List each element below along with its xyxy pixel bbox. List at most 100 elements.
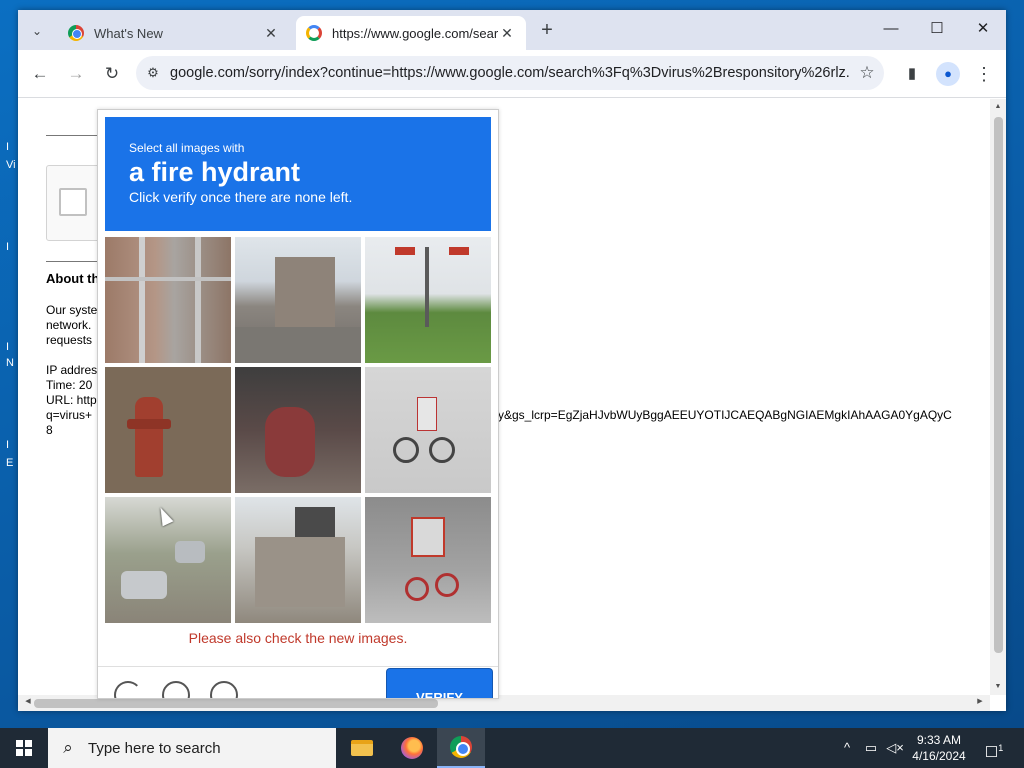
notification-count: 1 <box>998 743 1004 753</box>
info-line: q=virus+ <box>46 408 93 422</box>
scroll-up-icon[interactable]: ▲ <box>990 103 1006 110</box>
body-line: Our syste <box>46 303 98 317</box>
captcha-tile[interactable] <box>365 367 491 493</box>
captcha-tile[interactable] <box>105 237 231 363</box>
instruction-line: Select all images with <box>129 141 245 155</box>
forward-arrow-icon[interactable]: → <box>64 62 88 86</box>
kebab-menu-icon[interactable]: ⋮ <box>972 62 996 86</box>
instruction-line: Click verify once there are none left. <box>129 189 353 205</box>
captcha-instructions: Select all images with a fire hydrant Cl… <box>105 117 491 231</box>
chevron-up-icon[interactable]: ^ <box>838 728 856 768</box>
notification-icon[interactable]: ☐1 <box>982 736 1006 761</box>
tile-detail <box>295 507 335 537</box>
fire-hydrant-icon <box>135 397 163 477</box>
desktop-icon-stub[interactable]: I <box>6 438 18 452</box>
captcha-tile[interactable] <box>235 237 361 363</box>
desktop-icon-stub: Vi <box>6 159 16 171</box>
clock-time: 9:33 AM <box>916 733 962 747</box>
scroll-down-icon[interactable]: ▼ <box>990 683 1006 690</box>
tile-detail <box>393 437 419 463</box>
file-explorer-button[interactable] <box>338 728 386 768</box>
horizontal-scroll-thumb[interactable] <box>34 699 438 708</box>
info-line: Time: 20 <box>46 378 93 392</box>
tile-detail <box>429 437 455 463</box>
chrome-favicon-icon <box>68 25 84 41</box>
tile-detail <box>255 537 345 607</box>
tab-whats-new[interactable]: What's New ✕ <box>58 16 290 50</box>
tile-detail <box>121 571 167 599</box>
captcha-tile[interactable] <box>105 367 231 493</box>
close-window-button[interactable]: ✕ <box>960 14 1006 44</box>
divider <box>46 261 98 262</box>
firefox-icon <box>401 737 423 759</box>
chrome-button[interactable] <box>437 728 485 768</box>
tab-strip: ⌄ What's New ✕ https://www.google.com/se… <box>18 10 1006 50</box>
vertical-scroll-thumb[interactable] <box>994 117 1003 653</box>
recaptcha-checkbox[interactable] <box>59 188 87 216</box>
captcha-error-message: Please also check the new images. <box>188 630 408 646</box>
taskbar-search[interactable]: ⌕ Type here to search <box>48 728 336 768</box>
google-favicon-icon <box>306 25 322 41</box>
maximize-button[interactable]: ☐ <box>914 14 960 44</box>
back-arrow-icon[interactable]: ← <box>28 62 52 86</box>
browser-window: ⌄ What's New ✕ https://www.google.com/se… <box>18 10 1006 711</box>
new-tab-plus-icon[interactable]: + <box>536 20 558 42</box>
address-bar[interactable]: ⚙ google.com/sorry/index?continue=https:… <box>136 56 884 90</box>
tile-detail <box>395 247 415 255</box>
search-placeholder[interactable]: Type here to search <box>88 740 221 757</box>
tile-detail <box>139 237 145 363</box>
captcha-image-grid <box>105 237 491 623</box>
captcha-tile[interactable] <box>235 367 361 493</box>
info-line: IP addres <box>46 363 98 377</box>
info-icon[interactable] <box>210 681 238 698</box>
firefox-button[interactable] <box>388 728 436 768</box>
tab-search-chevron-icon[interactable]: ⌄ <box>24 18 50 44</box>
profile-icon[interactable]: ● <box>936 62 960 86</box>
tile-detail <box>175 541 205 563</box>
network-icon[interactable]: ▭ <box>860 728 882 768</box>
captcha-tile[interactable] <box>365 237 491 363</box>
volume-muted-icon[interactable]: ◁× <box>884 728 906 768</box>
info-line: URL: http <box>46 393 97 407</box>
url-text[interactable]: google.com/sorry/index?continue=https://… <box>170 65 850 81</box>
side-panel-icon[interactable]: ▮ <box>900 62 924 86</box>
url-tail-text: ry&gs_lcrp=EgZjaHJvbWUyBggAEEUYOTIJCAEQA… <box>494 408 952 422</box>
page-viewport: About th Our syste network. requests IP … <box>18 99 1006 711</box>
start-button[interactable] <box>0 728 48 768</box>
star-icon[interactable]: ☆ <box>850 63 884 83</box>
tab-close-icon[interactable]: ✕ <box>262 25 280 42</box>
target-object: a fire hydrant <box>129 157 301 187</box>
desktop-icon-stub: N <box>6 357 14 369</box>
taskbar: ⌕ Type here to search ^ ▭ ◁× 9:33 AM 4/1… <box>0 728 1024 768</box>
tile-detail <box>265 407 315 477</box>
captcha-tile[interactable] <box>365 497 491 623</box>
desktop-icon-stub[interactable]: I <box>6 140 18 154</box>
tile-detail <box>105 277 231 281</box>
tab-close-icon[interactable]: ✕ <box>498 25 516 42</box>
browser-toolbar: ← → ↻ ⚙ google.com/sorry/index?continue=… <box>18 50 1006 98</box>
tile-detail <box>235 327 361 363</box>
about-heading: About th <box>46 271 100 286</box>
desktop-icon-stub[interactable]: I <box>6 240 18 254</box>
clock[interactable]: 9:33 AM 4/16/2024 <box>904 732 974 764</box>
tab-title: What's New <box>94 25 163 41</box>
reload-challenge-icon[interactable] <box>114 681 142 698</box>
scroll-right-icon[interactable]: ▶ <box>972 697 988 705</box>
captcha-tile[interactable] <box>235 497 361 623</box>
tile-detail <box>275 257 335 327</box>
verify-button[interactable]: VERIFY <box>387 669 492 698</box>
tile-detail <box>195 237 201 363</box>
desktop-icon-stub[interactable]: I <box>6 340 18 354</box>
audio-challenge-icon[interactable] <box>162 681 190 698</box>
tile-detail <box>127 419 171 429</box>
vertical-scrollbar[interactable]: ▲ ▼ <box>990 99 1006 695</box>
tile-detail <box>417 397 437 431</box>
windows-logo-icon <box>16 740 32 756</box>
tune-icon[interactable]: ⚙ <box>136 65 170 81</box>
reload-icon[interactable]: ↻ <box>100 62 124 86</box>
desktop-icon-stub: E <box>6 457 14 469</box>
minimize-button[interactable]: — <box>868 14 914 44</box>
tab-google-search[interactable]: https://www.google.com/sear ✕ <box>296 16 526 50</box>
tile-detail <box>449 247 469 255</box>
tile-detail <box>405 577 429 601</box>
